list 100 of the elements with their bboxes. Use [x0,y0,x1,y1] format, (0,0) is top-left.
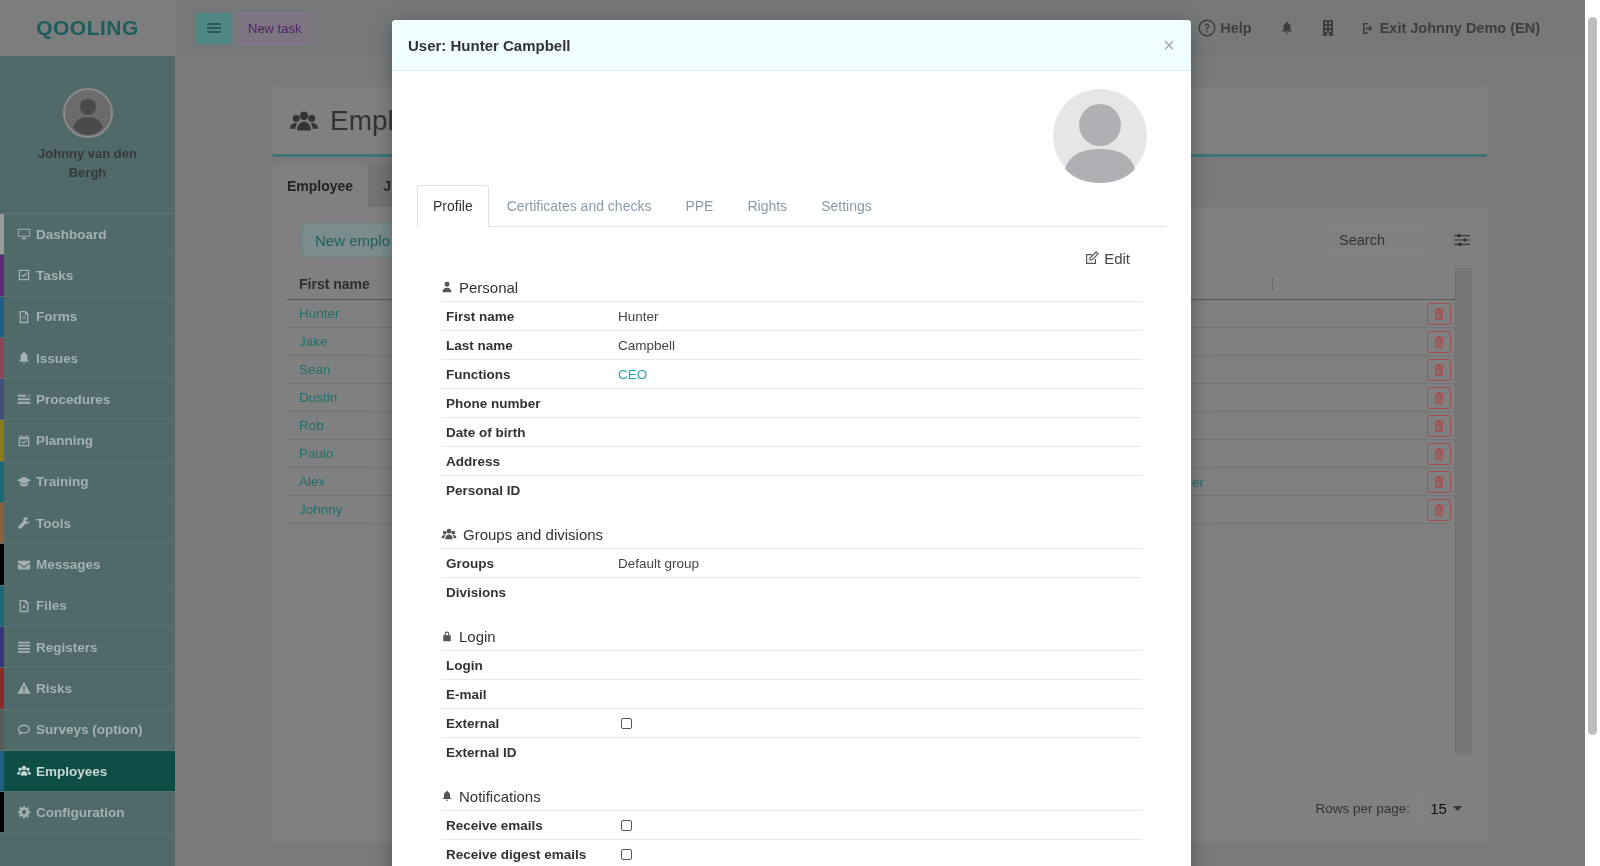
building-icon[interactable] [1321,20,1334,36]
field-label: Receive emails [445,817,544,833]
sidebar-item[interactable]: Configuration [0,792,175,834]
settings-icon [17,805,31,820]
avatar-icon[interactable] [62,88,113,138]
field-label: Groups [445,555,495,571]
trash-icon [1434,307,1444,320]
page-title: Empl [330,104,394,137]
dialog-title: User: Hunter Campbell [408,36,572,54]
file-icon [17,598,31,613]
field-value: Campbell [618,337,676,353]
sidebar-item[interactable]: Dashboard [0,214,175,256]
sidebar-item[interactable]: Registers [0,626,175,669]
field-label: External ID [445,744,518,760]
name-link[interactable]: Johnny [287,502,392,517]
tab[interactable]: PPE [669,185,730,226]
function-link[interactable]: CEO [618,366,648,382]
field-label: Divisions [445,584,508,600]
name-link[interactable]: Alex [287,474,392,489]
calendar-icon [17,433,31,448]
delete-button[interactable] [1427,302,1451,325]
tab[interactable]: Settings [805,185,888,226]
delete-button[interactable] [1427,498,1451,521]
edit-icon [1085,251,1100,265]
caret-icon [1452,805,1462,811]
field-label: Login [445,657,484,673]
trash-icon [1434,475,1444,488]
delete-button[interactable] [1427,414,1451,437]
name-link[interactable]: Jake [287,334,392,349]
sidebar-item[interactable]: Tasks [0,255,175,297]
avatar-icon [1053,89,1147,183]
cap-icon [17,474,31,489]
document-icon [17,309,31,324]
sidebar-item[interactable]: Messages [0,544,175,586]
trash-icon [1434,335,1444,348]
sidebar-item[interactable]: Tools [0,503,175,545]
sidebar-item[interactable]: Issues [0,337,175,380]
sidebar-item[interactable]: Procedures [0,379,175,421]
section-title: Personal [459,278,519,296]
menu-button[interactable] [195,12,232,44]
sidebar-item[interactable]: Training [0,461,175,504]
checkbox[interactable] [621,848,632,860]
checkbox[interactable] [621,717,632,729]
help-link[interactable]: Help [1198,19,1252,37]
delete-button[interactable] [1427,330,1451,353]
menu-icon [206,22,221,34]
name-link[interactable]: Sean [287,362,392,377]
new-task-button[interactable]: New task [237,12,313,44]
tab[interactable]: Rights [731,185,804,226]
tab[interactable]: Employee [272,165,369,207]
delete-button[interactable] [1427,470,1451,493]
exit-link[interactable]: Exit Johnny Demo (EN) [1361,20,1540,36]
name-link[interactable]: Paulo [287,446,392,461]
sidebar-item[interactable]: Forms [0,296,175,338]
field-label: First name [445,308,516,324]
field-label: Date of birth [445,424,527,440]
checkbox-icon [17,268,31,283]
sidebar-item[interactable]: Employees [0,750,175,793]
delete-button[interactable] [1427,386,1451,409]
lock-icon [441,629,453,643]
rows-per-page-select[interactable]: 15 [1420,790,1472,826]
checkbox[interactable] [621,819,632,831]
field-value: Hunter [618,308,659,324]
warning-icon [17,681,31,696]
name-link[interactable]: Rob [287,418,392,433]
filter-icon[interactable] [1454,233,1470,247]
section-title: Notifications [459,787,541,805]
wrench-icon [17,516,31,531]
list-icon [17,392,31,407]
edit-link[interactable]: Edit [1085,247,1130,269]
chat-icon [17,722,31,737]
field-label: External [445,715,501,731]
sidebar-item[interactable]: Risks [0,668,175,710]
trash-icon [1434,447,1444,460]
section-title: Login [459,627,496,645]
column-header[interactable]: First name [287,275,392,292]
search-field[interactable]: Search [1326,224,1426,256]
function-link[interactable]: er [1192,474,1204,490]
trash-icon [1434,419,1444,432]
close-button[interactable]: × [1163,35,1175,55]
trash-icon [1434,391,1444,404]
tab[interactable]: Certificates and checks [490,185,668,226]
list-icon [17,640,31,655]
rows-per-page-label: Rows per page: [1315,800,1410,816]
tab[interactable]: Profile [417,185,489,227]
name-link[interactable]: Hunter [287,306,392,321]
person-icon [441,280,453,294]
delete-button[interactable] [1427,358,1451,381]
delete-button[interactable] [1427,442,1451,465]
users-icon [17,764,31,778]
sidebar-item[interactable]: Planning [0,420,175,462]
sidebar-item[interactable]: Files [0,585,175,627]
sidebar-item[interactable]: Surveys (option) [0,709,175,751]
field-label: Personal ID [445,482,522,498]
name-link[interactable]: Dustin [287,390,392,405]
monitor-icon [17,227,31,242]
field-label: Last name [445,337,514,353]
bell-icon[interactable] [1279,20,1294,36]
field-value: Default group [618,555,700,571]
bell-icon [441,789,453,803]
